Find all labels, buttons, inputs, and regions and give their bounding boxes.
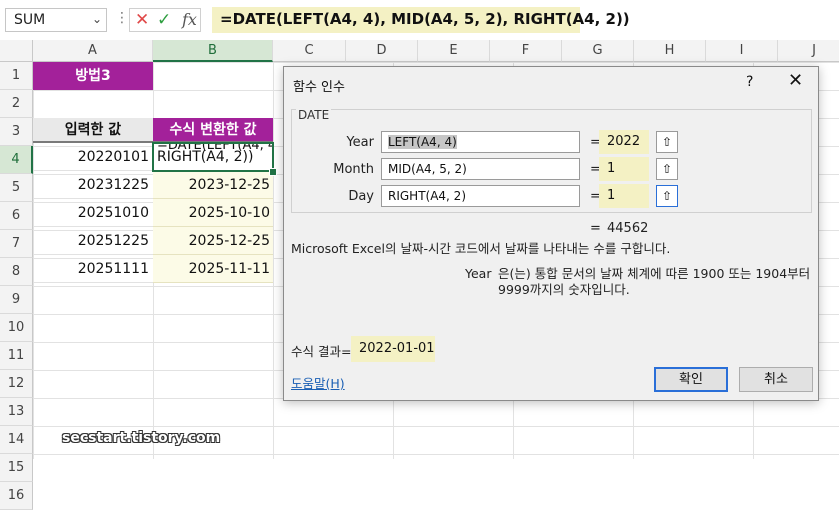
- column-header-g[interactable]: G: [562, 40, 634, 62]
- header-input-cell[interactable]: 입력한 값: [33, 118, 153, 143]
- input-cell[interactable]: 20220101: [33, 143, 153, 171]
- collapse-dialog-icon[interactable]: ⇧: [656, 131, 678, 153]
- column-header-f[interactable]: F: [490, 40, 562, 62]
- row-header-6[interactable]: 6: [0, 202, 33, 230]
- collapse-dialog-icon[interactable]: ⇧: [656, 158, 678, 180]
- arg-result-year: 2022: [599, 130, 649, 154]
- input-cell[interactable]: 20251010: [33, 199, 153, 227]
- formula-buttons: ✕ ✓ fx: [129, 8, 201, 32]
- formula-result-value: 44562: [607, 221, 649, 236]
- active-cell-overflow: =DATE(LEFT(A4, 4), MID(A4, 5, 2),: [157, 142, 272, 153]
- result-equals: =: [590, 221, 601, 236]
- arg-input-month[interactable]: MID(A4, 5, 2) ⇧: [381, 158, 678, 180]
- function-description: Microsoft Excel의 날짜-시간 코드에서 날짜를 나타내는 수를 …: [291, 241, 671, 256]
- cancel-button[interactable]: 취소: [739, 367, 813, 392]
- formula-result-label: 수식 결과=: [291, 344, 352, 359]
- arg-input-day[interactable]: RIGHT(A4, 2) ⇧: [381, 185, 678, 207]
- fx-icon[interactable]: fx: [182, 10, 197, 29]
- row-header-9[interactable]: 9: [0, 286, 33, 314]
- row-header-5[interactable]: 5: [0, 174, 33, 202]
- arg-label-month: Month: [333, 162, 374, 177]
- arg-value-year: LEFT(A4, 4): [388, 135, 457, 149]
- arg-result-day: 1: [599, 184, 649, 208]
- arg-description: 은(는) 통합 문서의 날짜 체계에 따른 1900 또는 1904부터 999…: [498, 266, 811, 297]
- row-header-7[interactable]: 7: [0, 230, 33, 258]
- row-header-12[interactable]: 12: [0, 370, 33, 398]
- name-box-value: SUM: [14, 12, 46, 28]
- formula-input[interactable]: =DATE(LEFT(A4, 4), MID(A4, 5, 2), RIGHT(…: [212, 7, 630, 33]
- arg-input-year[interactable]: LEFT(A4, 4) ⇧: [381, 131, 678, 153]
- formula-text: =DATE(LEFT(A4, 4), MID(A4, 5, 2), RIGHT(…: [220, 10, 630, 28]
- active-cell-editor[interactable]: =DATE(LEFT(A4, 4), MID(A4, 5, 2), RIGHT(…: [152, 142, 274, 172]
- formula-result-display: 2022-01-01: [351, 336, 435, 362]
- close-icon[interactable]: ✕: [788, 70, 803, 91]
- result-cell[interactable]: 2025-10-10: [153, 199, 273, 227]
- x-icon[interactable]: ✕: [135, 10, 149, 30]
- arg-value-day: RIGHT(A4, 2): [388, 189, 466, 203]
- arg-value-month: MID(A4, 5, 2): [388, 162, 467, 176]
- formula-bar: SUM ⌄ ⋮ ✕ ✓ fx =DATE(LEFT(A4, 4), MID(A4…: [0, 0, 839, 41]
- check-icon[interactable]: ✓: [157, 10, 171, 30]
- row-header-8[interactable]: 8: [0, 258, 33, 286]
- chevron-down-icon[interactable]: ⌄: [92, 12, 102, 26]
- input-cell[interactable]: 20251225: [33, 227, 153, 255]
- column-header-c[interactable]: C: [273, 40, 346, 62]
- select-all-corner[interactable]: [0, 40, 33, 62]
- column-header-i[interactable]: I: [706, 40, 778, 62]
- title-cell[interactable]: 방법3: [33, 62, 153, 90]
- input-cell[interactable]: 20231225: [33, 171, 153, 199]
- fill-handle[interactable]: [269, 168, 277, 176]
- column-header-a[interactable]: A: [33, 40, 153, 62]
- column-header-j[interactable]: J: [778, 40, 839, 62]
- help-link[interactable]: 도움말(H): [291, 373, 345, 392]
- arg-label-day: Day: [348, 189, 374, 204]
- row-header-15[interactable]: 15: [0, 454, 33, 482]
- column-header-h[interactable]: H: [634, 40, 706, 62]
- row-header-11[interactable]: 11: [0, 342, 33, 370]
- row-header-10[interactable]: 10: [0, 314, 33, 342]
- row-header-3[interactable]: 3: [0, 118, 33, 146]
- header-result-cell[interactable]: 수식 변환한 값: [153, 118, 273, 143]
- arg-label-year: Year: [346, 135, 374, 150]
- help-icon[interactable]: ?: [746, 74, 753, 90]
- arg-description-name: Year: [465, 266, 492, 281]
- arg-result-month: 1: [599, 157, 649, 181]
- ok-button[interactable]: 확인: [654, 367, 728, 392]
- watermark: secstart.tistory.com: [62, 430, 221, 446]
- dialog-title: 함수 인수: [293, 80, 345, 95]
- row-header-16[interactable]: 16: [0, 482, 33, 510]
- collapse-dialog-icon[interactable]: ⇧: [656, 185, 678, 207]
- result-cell[interactable]: 2023-12-25: [153, 171, 273, 199]
- row-header-13[interactable]: 13: [0, 398, 33, 426]
- more-icon: ⋮: [115, 10, 129, 26]
- input-cell[interactable]: 20251111: [33, 255, 153, 283]
- row-header-4[interactable]: 4: [0, 146, 33, 174]
- result-cell[interactable]: 2025-12-25: [153, 227, 273, 255]
- function-name: DATE: [296, 108, 332, 122]
- column-header-b[interactable]: B: [153, 40, 273, 62]
- function-arguments-dialog: 함수 인수 ? ✕ DATE Year LEFT(A4, 4) ⇧ = 2022…: [283, 66, 819, 401]
- row-header-1[interactable]: 1: [0, 62, 33, 90]
- row-header-2[interactable]: 2: [0, 90, 33, 118]
- column-header-e[interactable]: E: [418, 40, 490, 62]
- row-header-14[interactable]: 14: [0, 426, 33, 454]
- column-header-d[interactable]: D: [346, 40, 418, 62]
- result-cell[interactable]: 2025-11-11: [153, 255, 273, 283]
- name-box[interactable]: SUM ⌄: [5, 8, 107, 32]
